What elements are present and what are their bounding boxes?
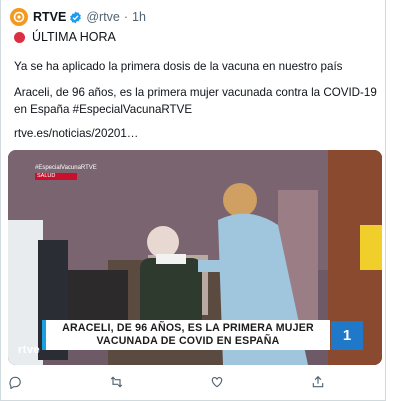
timestamp[interactable]: 1h	[132, 10, 146, 24]
red-circle-icon	[14, 31, 25, 43]
tweet-text-line-2: Araceli, de 96 años, es la primera mujer…	[14, 86, 377, 116]
breaking-news-line: ÚLTIMA HORA	[14, 30, 116, 44]
action-bar	[1, 373, 387, 391]
hashtag-tag: #EspecialVacunaRTVE	[35, 165, 97, 171]
caption-banner: ARACELI, DE 96 AÑOS, ES LA PRIMERA MUJER…	[42, 320, 330, 350]
video-player[interactable]: #EspecialVacunaRTVE SALUD ARACELI, DE 96…	[8, 150, 382, 365]
like-icon[interactable]	[208, 373, 226, 391]
avatar[interactable]	[10, 8, 28, 26]
caption-line-2: VACUNADA DE COVID EN ESPAÑA	[96, 335, 280, 347]
tweet-link[interactable]: rtve.es/noticias/20201…	[14, 125, 382, 142]
reply-icon[interactable]	[6, 373, 24, 391]
tweet-text-line-1: Ya se ha aplicado la primera dosis de la…	[14, 60, 343, 73]
section-tag: SALUD	[35, 173, 77, 180]
tweet-card[interactable]: RTVE @rtve · 1h ÚLTIMA HORA Ya se ha apl…	[0, 0, 386, 401]
channel-badge: 1	[331, 321, 363, 350]
retweet-icon[interactable]	[107, 373, 125, 391]
rtve-logo-icon	[13, 11, 25, 23]
share-icon[interactable]	[309, 373, 327, 391]
verified-badge-icon	[70, 11, 82, 23]
separator: ·	[123, 10, 129, 24]
account-handle[interactable]: @rtve	[86, 10, 120, 24]
breaking-label: ÚLTIMA HORA	[32, 30, 116, 44]
rtve-watermark: rtve	[18, 344, 41, 356]
caption-line-1: ARACELI, DE 96 AÑOS, ES LA PRIMERA MUJER	[62, 322, 314, 334]
tweet-header: RTVE @rtve · 1h	[10, 7, 146, 27]
account-name[interactable]: RTVE	[33, 10, 66, 24]
